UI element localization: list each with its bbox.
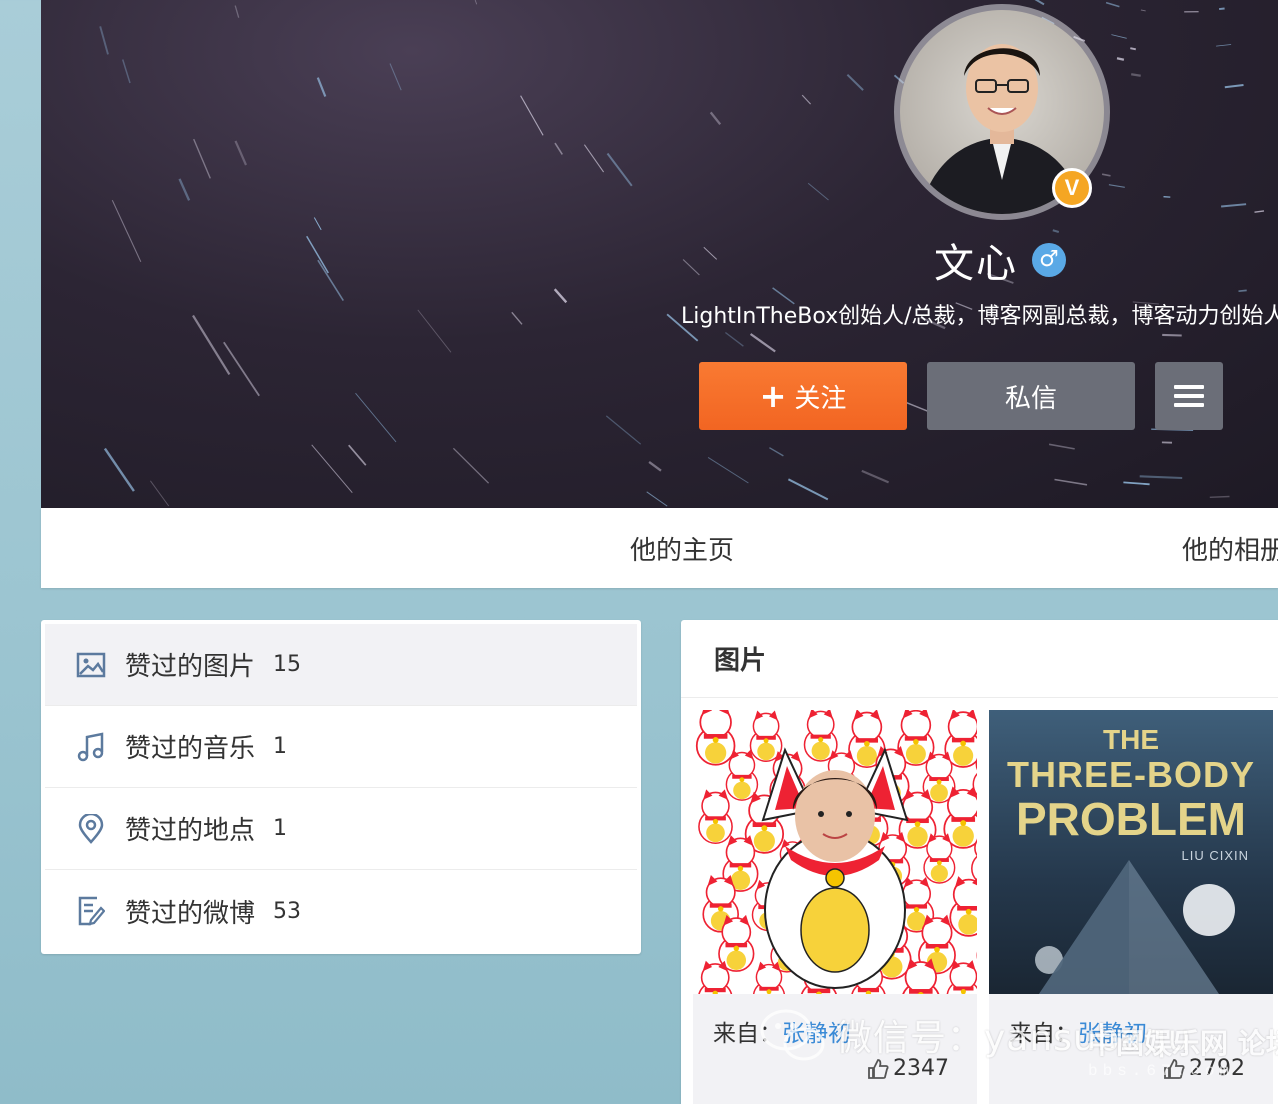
site-url: bbs.67.com (1088, 1062, 1235, 1080)
forum-label: 论坛 (1237, 1027, 1278, 1060)
book-title-three-body: THREE-BODY (1006, 754, 1255, 795)
male-gender-icon: ♂ (1032, 243, 1066, 277)
image-icon (75, 649, 107, 681)
profile-name: 文心 (934, 241, 1018, 287)
note-edit-icon (75, 895, 107, 927)
follow-label: 关注 (794, 383, 847, 414)
message-label: 私信 (1004, 383, 1057, 414)
music-icon (75, 731, 107, 763)
liked-weibo-item[interactable]: 赞过的微博 53 (45, 870, 637, 952)
book-author: LIU CIXIN (1181, 848, 1249, 863)
liked-count: 1 (273, 734, 288, 759)
profile-bio: LightInTheBox创始人/总裁，博客网副总裁，博客动力创始人 (681, 304, 1278, 329)
liked-label: 赞过的微博 (125, 898, 256, 929)
book-title-the: THE (1103, 724, 1159, 755)
location-pin-icon (75, 813, 107, 845)
liked-list: 赞过的图片 15 赞过的音乐 1 赞过的地点 1 赞过的微博 53 (41, 620, 641, 954)
book-cover-photo[interactable]: THE THREE-BODY PROBLEM LIU CIXIN (989, 710, 1273, 994)
tab-album[interactable]: 他的相册 (1182, 530, 1278, 567)
liked-count: 1 (273, 816, 288, 841)
lucky-cat-photo[interactable] (693, 710, 977, 994)
liked-music-item[interactable]: 赞过的音乐 1 (45, 706, 637, 788)
more-menu-button[interactable] (1155, 362, 1223, 430)
liked-count: 53 (273, 898, 302, 924)
wechat-logo-icon (760, 1009, 825, 1061)
liked-label: 赞过的地点 (125, 816, 256, 846)
profile-name-row: 文心 ♂ (934, 232, 1066, 288)
message-button[interactable]: 私信 (927, 362, 1135, 430)
tab-home[interactable]: 他的主页 (630, 530, 734, 567)
cover-banner: V 文心 ♂ LightInTheBox创始人/总裁，博客网副总裁，博客动力创始… (41, 0, 1278, 508)
liked-label: 赞过的图片 (125, 652, 256, 682)
site-name: 中国娱乐网 (1088, 1027, 1229, 1060)
liked-count: 15 (273, 652, 302, 677)
hamburger-icon (1174, 385, 1204, 407)
site-watermark: 中国娱乐网 论坛 bbs.67.com (1088, 1022, 1278, 1080)
liked-places-item[interactable]: 赞过的地点 1 (45, 788, 637, 870)
profile-tab-bar: 他的主页 他的相册 (41, 508, 1278, 588)
follow-button[interactable]: + 关注 (699, 362, 907, 430)
liked-photos-item[interactable]: 赞过的图片 15 (45, 624, 637, 706)
plus-icon: + (759, 377, 787, 415)
pictures-title: 图片 (681, 620, 1278, 698)
liked-label: 赞过的音乐 (125, 734, 256, 764)
book-title-problem: PROBLEM (1016, 793, 1246, 845)
verified-badge-icon: V (1052, 168, 1092, 208)
